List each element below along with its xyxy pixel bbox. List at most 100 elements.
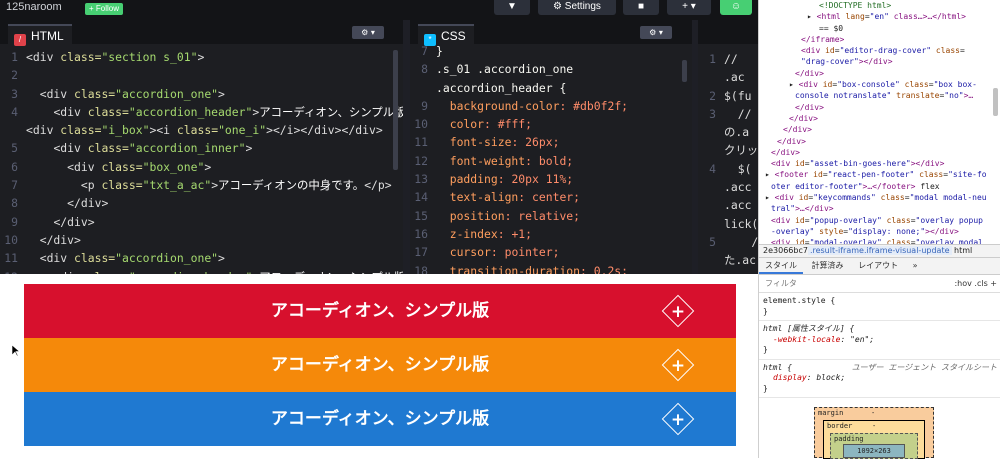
code-line[interactable]: 4 $( xyxy=(698,160,758,178)
dom-node[interactable]: </div> xyxy=(759,147,999,158)
avatar[interactable]: ☺ xyxy=(720,0,752,15)
code-line[interactable]: 10 color: #fff; xyxy=(410,115,692,133)
code-line[interactable]: クリック xyxy=(698,141,758,159)
tab-layout[interactable]: レイアウト xyxy=(852,258,904,274)
code-line[interactable]: 13 padding: 20px 11%; xyxy=(410,170,692,188)
dom-node[interactable]: oter editor-footer">…</footer> flex xyxy=(759,181,999,192)
html-tab[interactable]: / HTML xyxy=(8,24,72,46)
code-line[interactable]: .acc xyxy=(698,196,758,214)
css-tab[interactable]: * CSS xyxy=(418,24,474,46)
code-line[interactable]: 17 cursor: pointer; xyxy=(410,243,692,261)
html-settings-button[interactable]: ⚙ ▾ xyxy=(352,26,384,39)
css-code-editor[interactable]: 7} 8 .s_01 .accordion_one .accordion_header… xyxy=(410,42,692,274)
plus-diamond-icon[interactable]: + xyxy=(660,293,696,329)
box-model-margin[interactable]: margin - border - padding 1092×263 xyxy=(814,407,934,459)
dom-token: oter editor-footer" xyxy=(771,181,863,191)
code-line[interactable]: 15 position: relative; xyxy=(410,207,692,225)
dom-node[interactable]: </div> xyxy=(759,136,999,147)
dom-node[interactable]: </iframe> xyxy=(759,34,999,45)
breadcrumb-hash[interactable]: 2e3066bc7 xyxy=(763,246,808,255)
view-toggle-button[interactable]: ▼ xyxy=(494,0,530,15)
tab-styles[interactable]: スタイル xyxy=(759,258,803,274)
code-line[interactable]: 5 <div class="accordion_inner"> xyxy=(0,139,403,157)
code-line[interactable]: 5 / xyxy=(698,233,758,251)
dom-node[interactable]: ▸ <div id="box-console" class="box box- xyxy=(759,79,999,90)
html-code-editor[interactable]: 1 <div class="section s_01"> 2 3 <div class… xyxy=(0,48,403,274)
dom-node[interactable]: <div id="asset-bin-goes-here"></div> xyxy=(759,158,999,169)
filter-input[interactable]: フィルタ xyxy=(765,279,797,288)
code-line[interactable]: 7} xyxy=(410,42,692,60)
code-line[interactable]: 12 font-weight: bold; xyxy=(410,152,692,170)
dom-node[interactable]: ▸ <html lang="en" class…>…</html> xyxy=(759,11,999,22)
code-line[interactable]: 8 </div> xyxy=(0,194,403,212)
code-line[interactable]: 11 <div class="accordion_one"> xyxy=(0,249,403,267)
dom-node[interactable]: == $0 xyxy=(759,23,999,34)
dom-node[interactable]: </div> xyxy=(759,68,999,79)
box-model-content[interactable]: 1092×263 xyxy=(843,444,905,458)
layout-button[interactable]: ■ xyxy=(623,0,659,15)
follow-button[interactable]: + Follow xyxy=(85,3,124,15)
filter-actions[interactable]: :hov .cls + xyxy=(954,276,997,292)
box-model-border[interactable]: border - padding 1092×263 xyxy=(823,420,925,459)
code-line[interactable]: た.ac xyxy=(698,251,758,269)
js-code-editor[interactable]: 1 // .ac 2 $(fu 3 // の.a クリック 4 $(.acc .acc lick(… xyxy=(698,50,758,274)
dom-tree[interactable]: <!DOCTYPE html> ▸ <html lang="en" class…>… xyxy=(759,0,999,244)
dom-node[interactable]: "drag-cover"></div> xyxy=(759,56,999,67)
dom-node[interactable]: tral">…</div> xyxy=(759,203,999,214)
breadcrumb-html[interactable]: html xyxy=(954,246,972,255)
dom-node[interactable]: <div id="popup-overlay" class="overlay p… xyxy=(759,215,999,226)
tab-more[interactable]: » xyxy=(907,258,924,274)
code-line[interactable]: 1 // xyxy=(698,50,758,68)
code-line[interactable]: <div class="i_box"><i class="one_i"></i>… xyxy=(0,121,403,139)
code-line[interactable]: の.a xyxy=(698,123,758,141)
code-line[interactable]: 3 <div class="accordion_one"> xyxy=(0,85,403,103)
rule-element-style[interactable]: element.style { } xyxy=(759,293,1000,321)
code-line[interactable]: lick( xyxy=(698,215,758,233)
settings-button[interactable]: ⚙ Settings xyxy=(538,0,616,15)
code-line[interactable]: 9 </div> xyxy=(0,213,403,231)
dom-node[interactable]: -overlay" style="display: none;"></div> xyxy=(759,226,999,237)
code-line[interactable]: 16 z-index: +1; xyxy=(410,225,692,243)
code-line[interactable]: 2 $(fu xyxy=(698,87,758,105)
plus-diamond-icon[interactable]: + xyxy=(660,401,696,437)
accordion-header-2[interactable]: アコーディオン、シンプル版 + xyxy=(24,338,736,392)
box-model-padding[interactable]: padding 1092×263 xyxy=(830,433,918,459)
tab-computed[interactable]: 計算済み xyxy=(806,258,850,274)
username[interactable]: 125naroom xyxy=(6,1,62,13)
plus-diamond-icon[interactable]: + xyxy=(660,347,696,383)
dom-node[interactable]: </div> xyxy=(759,124,999,135)
code-line[interactable]: 1 <div class="section s_01"> xyxy=(0,48,403,66)
code-line[interactable]: .ac xyxy=(698,68,758,86)
code-line[interactable]: .accordion_header { xyxy=(410,79,692,97)
code-line[interactable]: 3 // xyxy=(698,105,758,123)
dom-node[interactable]: </div> xyxy=(759,102,999,113)
breadcrumb-selected[interactable]: .result-iframe.iframe-visual-update xyxy=(807,246,952,255)
code-line[interactable]: 9 background-color: #db0f2f; xyxy=(410,97,692,115)
dom-node[interactable]: console notranslate" translate="no">… xyxy=(759,90,999,101)
code-line[interactable]: 11 font-size: 26px; xyxy=(410,133,692,151)
code-line[interactable]: 2 xyxy=(0,66,403,84)
code-line[interactable]: 8 .s_01 .accordion_one xyxy=(410,60,692,78)
styles-filter[interactable]: フィルタ :hov .cls + xyxy=(759,276,1000,293)
dom-node[interactable]: ▸ <div id="keycommands" class="modal mod… xyxy=(759,192,999,203)
accordion-header-1[interactable]: アコーディオン、シンプル版 + xyxy=(24,284,736,338)
css-settings-button[interactable]: ⚙ ▾ xyxy=(640,26,672,39)
dom-scrollbar[interactable] xyxy=(993,88,998,116)
dom-node[interactable]: ▸ <footer id="react-pen-footer" class="s… xyxy=(759,169,999,180)
code-line[interactable]: 4 <div class="accordion_header">アコーディオン、… xyxy=(0,103,403,121)
code-line[interactable]: 10 </div> xyxy=(0,231,403,249)
code-line[interactable]: 18 transition-duration: 0.2s; xyxy=(410,262,692,274)
html-scrollbar[interactable] xyxy=(393,50,398,170)
code-line[interactable]: 7 <p class="txt_a_ac">アコーディオンの中身です。</p> xyxy=(0,176,403,194)
dom-node[interactable]: <div id="editor-drag-cover" class= xyxy=(759,45,999,56)
code-line[interactable]: 6 <div class="box_one"> xyxy=(0,158,403,176)
code-line[interactable]: 14 text-align: center; xyxy=(410,188,692,206)
css-scrollbar[interactable] xyxy=(682,60,687,82)
dom-node[interactable]: <!DOCTYPE html> xyxy=(759,0,999,11)
add-button[interactable]: + ▾ xyxy=(667,0,711,15)
rule-html-attr[interactable]: html [属性スタイル] { -webkit-locale: "en"; } xyxy=(759,321,1000,360)
dom-node[interactable]: <div id="modal-overlay" class="overlay m… xyxy=(759,237,999,244)
accordion-header-3[interactable]: アコーディオン、シンプル版 + xyxy=(24,392,736,446)
dom-node[interactable]: </div> xyxy=(759,113,999,124)
code-line[interactable]: .acc xyxy=(698,178,758,196)
